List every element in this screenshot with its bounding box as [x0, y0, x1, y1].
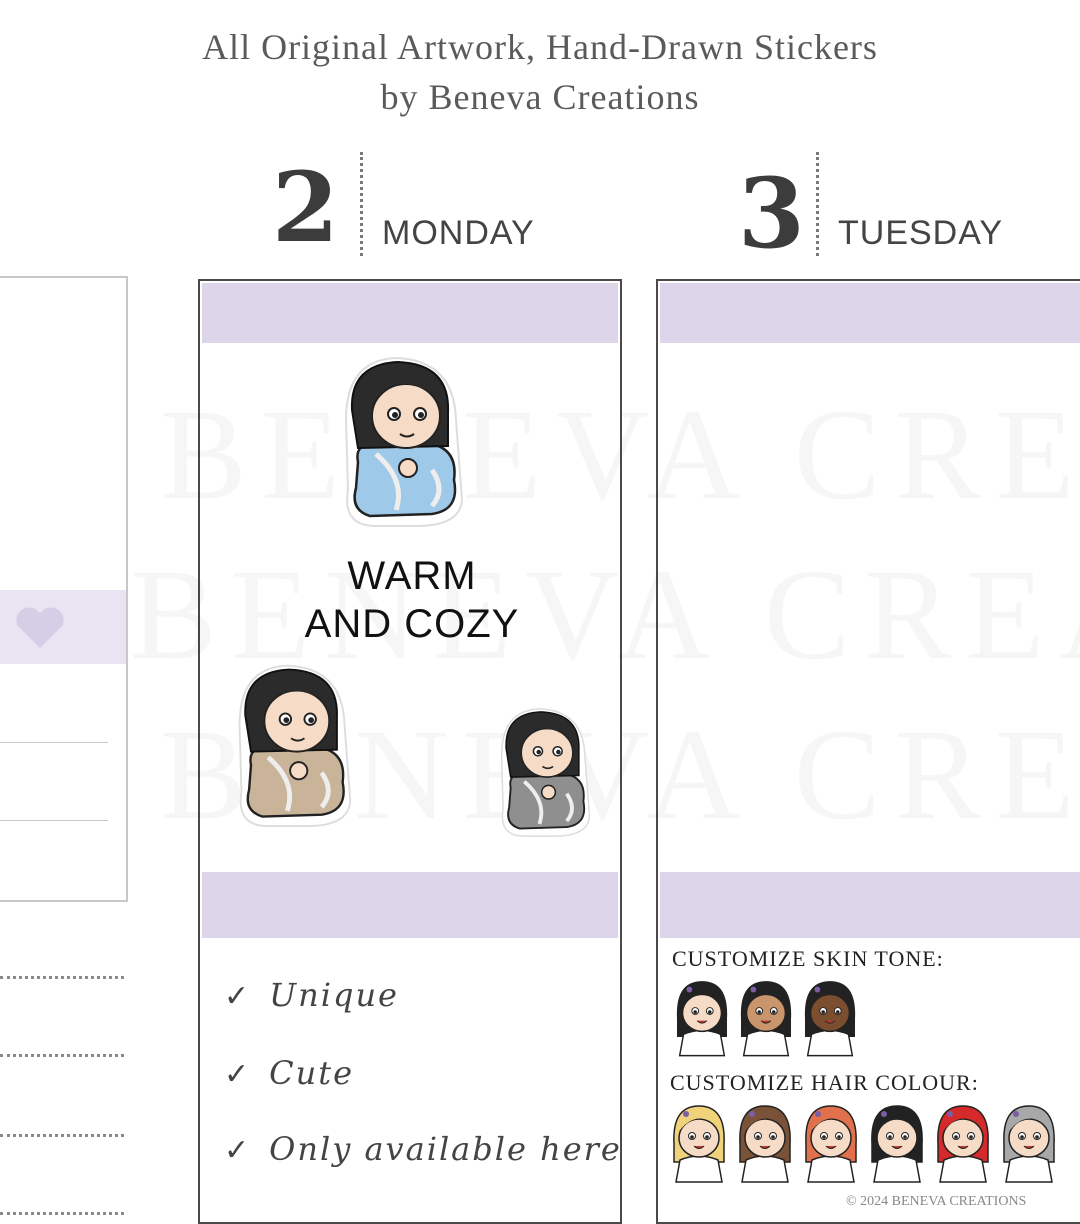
monday-top-band [202, 283, 618, 343]
hair-colour-option [673, 1105, 725, 1183]
tuesday-top-band [660, 283, 1080, 343]
monday-bottom-band [202, 872, 618, 938]
checkmark-icon: ✓ [224, 979, 252, 1014]
left-dotted-line-4 [0, 1212, 124, 1215]
skin-tone-option [740, 981, 792, 1057]
left-divider-1 [0, 742, 108, 743]
hair-colour-option [739, 1105, 791, 1183]
hair-colour-options [664, 1100, 1076, 1190]
day-number-monday: 2 [272, 151, 339, 264]
watermark-line-1: BENEVA CREATIONS [160, 380, 1080, 530]
left-dotted-line-1 [0, 976, 124, 979]
left-column-box [0, 276, 128, 902]
skin-tone-options [668, 976, 888, 1060]
day-name-tuesday: TUESDAY [838, 214, 1004, 252]
feature-item-cute: ✓ Cute [224, 1054, 355, 1092]
day-separator-tuesday [816, 152, 819, 256]
header-title-line-1: All Original Artwork, Hand-Drawn Sticker… [202, 27, 878, 67]
day-number-tuesday: 3 [738, 157, 805, 270]
day-name-monday: MONDAY [382, 214, 535, 252]
skin-tone-option [804, 981, 856, 1057]
day-separator-monday [360, 152, 363, 256]
sticker-grey-blanket-girl [500, 708, 591, 837]
left-divider-2 [0, 820, 108, 821]
header-title-line-2: by Beneva Creations [380, 77, 700, 117]
checkmark-icon: ✓ [224, 1057, 252, 1092]
feature-item-only-available: ✓ Only available here [224, 1130, 622, 1168]
feature-item-unique: ✓ Unique [224, 976, 399, 1014]
copyright-text: © 2024 BENEVA CREATIONS [846, 1194, 1027, 1209]
hair-colour-option [937, 1105, 989, 1183]
left-dotted-line-2 [0, 1054, 124, 1057]
checkmark-icon: ✓ [224, 1133, 252, 1168]
sticker-caption-line-2: AND COZY [304, 602, 520, 646]
sticker-caption-line-1: WARM [347, 554, 477, 598]
heart-icon [16, 607, 64, 648]
hair-colour-option [1003, 1105, 1055, 1183]
tuesday-bottom-band [660, 872, 1080, 938]
skin-tone-option [676, 981, 728, 1057]
left-dotted-line-3 [0, 1134, 124, 1137]
sticker-blue-blanket-girl [344, 356, 464, 527]
customize-skin-label: CUSTOMIZE SKIN TONE: [672, 946, 944, 971]
hair-colour-option [805, 1105, 857, 1183]
sticker-beige-blanket-girl [238, 664, 352, 828]
hair-colour-option [871, 1105, 923, 1183]
customize-hair-label: CUSTOMIZE HAIR COLOUR: [670, 1070, 979, 1095]
